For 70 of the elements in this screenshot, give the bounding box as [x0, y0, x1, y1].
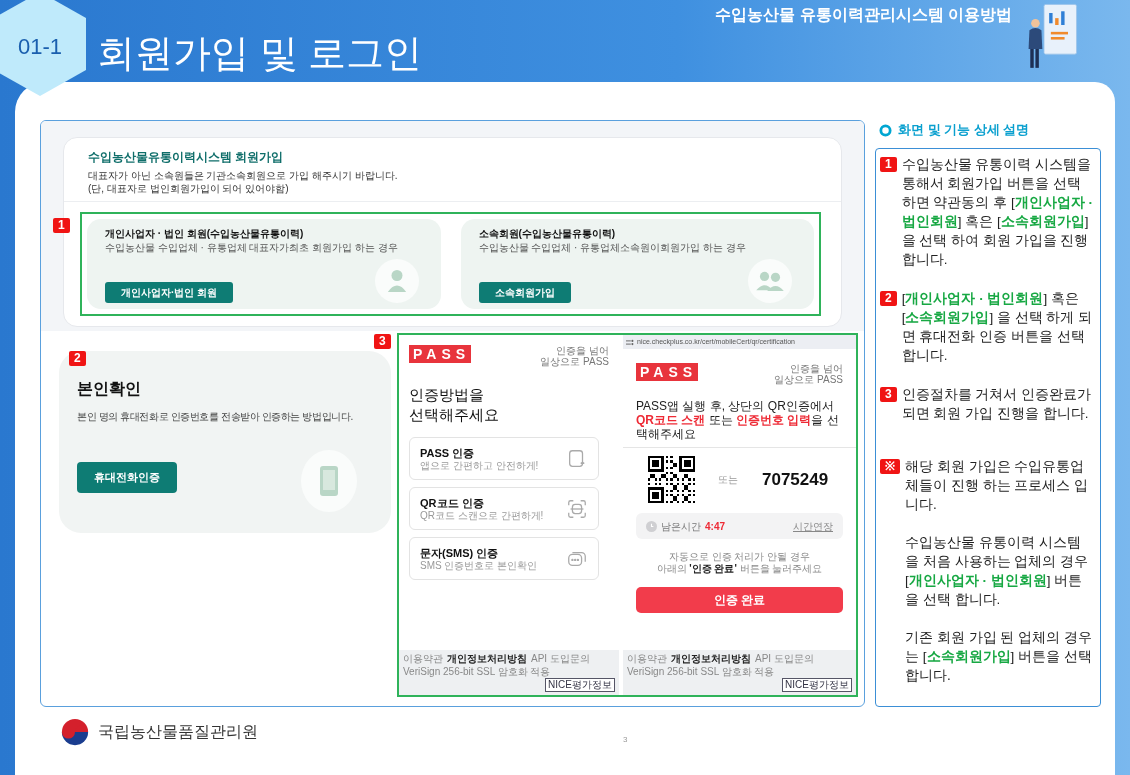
or-label: 또는 — [718, 473, 738, 487]
number-marker: 2 — [69, 351, 86, 366]
auth-option[interactable]: PASS 인증 앱으로 간편하고 안전하게! — [409, 437, 599, 480]
page-title: 회원가입 및 로그인 — [97, 31, 423, 76]
description-text: 기존 회원 가입 된 업체의 경우는 [소속회원가입] 버튼을 선택 합니다. — [905, 629, 1093, 685]
slogan-text: 인증을 넘어 — [555, 345, 609, 356]
ring-icon — [879, 123, 892, 137]
auth-option[interactable]: 문자(SMS) 인증 SMS 인증번호로 본인확인 — [409, 537, 599, 580]
description-text: 수입농산물 유통이력 시스템을 통해서 회원가입 버튼을 선택 하면 약관동의 후 [개인사업자 · 법인회원] 혹은 [소속회원가입]을 선택 하여 회원 가입을 진행 합니다. — [901, 156, 1094, 269]
security-text: VeriSign 256-bit SSL 암호화 적용 — [403, 665, 552, 678]
phone-verify-button[interactable]: 휴대전화인증 — [77, 462, 177, 493]
extend-time-link[interactable]: 시간연장 — [793, 518, 833, 534]
pass-logo: PASS — [409, 345, 472, 363]
card-title: 소속회원(수입농산물유통이력) — [478, 227, 617, 240]
footer-link[interactable]: 이용약관 — [403, 653, 443, 665]
signup-button[interactable]: 개인사업자·법인 회원 — [105, 282, 234, 303]
number-marker: 2 — [880, 291, 897, 306]
clock-icon — [646, 520, 657, 532]
document-title: 수입농산물 유통이력관리시스템 이용방법 — [715, 5, 1012, 25]
footer-link[interactable]: API 도입문의 — [755, 653, 814, 665]
description-text: 수입농산물 유통이력 시스템을 처음 사용하는 업체의 경우 [개인사업자 · 법인회원] 버튼을 선택 합니다. — [905, 534, 1089, 609]
help-text: 자동으로 인증 처리가 안될 경우 — [668, 551, 811, 563]
number-marker: ※ — [880, 459, 900, 474]
card-title: 본인확인 — [77, 379, 142, 399]
slogan-text: 인증을 넘어 — [789, 363, 843, 374]
description-text: 인증절차를 거쳐서 인증완료가 되면 회원 가입 진행을 합니다. — [901, 386, 1093, 423]
footer-link[interactable]: 개인정보처리방침 — [447, 653, 527, 665]
description-text: 해당 회원 가입은 수입유통업체들이 진행 하는 프로세스 입니다. — [905, 458, 1089, 514]
card-title: 개인사업자 · 법인 회원(수입농산물유통이력) — [105, 227, 305, 240]
emblem-logo — [60, 717, 90, 747]
qr-code — [645, 456, 698, 503]
section-number: 01-1 — [17, 32, 62, 61]
security-text: VeriSign 256-bit SSL 암호화 적용 — [627, 665, 776, 678]
group-icon — [748, 259, 792, 303]
card-description: 본인 명의 휴대전화로 인증번호를 전송받아 인증하는 방법입니다. — [77, 410, 353, 424]
nice-badge: NICE평가정보 — [782, 678, 852, 692]
phone-icon — [301, 450, 357, 512]
notice-text: 대표자가 아닌 소속원들은 기관소속회원으로 가입 해주시기 바랍니다. — [88, 169, 399, 182]
card-description: 수입농산물 수입업체 · 유통업체 대표자가최초 회원가입 하는 경우 — [105, 242, 399, 254]
person-icon — [374, 259, 419, 303]
site-settings-icon — [626, 338, 634, 346]
description-text: [개인사업자 · 법인회원] 혹은 [소속회원가입] 을 선택 하게 되면 휴대전화 인증 버튼을 선택 합니다. — [901, 290, 1094, 365]
number-marker: 1 — [53, 218, 70, 233]
number-marker: 1 — [880, 157, 897, 172]
number-marker: 3 — [880, 387, 897, 402]
instruction-text: PASS앱 실행 후, 상단의 QR인증에서 QR코드 스캔 또는 인증번호 입력을 선택해주세요 — [623, 399, 856, 448]
footer-link[interactable]: 개인정보처리방침 — [671, 653, 751, 665]
help-text: 아래의 '인증 완료' 버튼을 눌러주세요 — [656, 563, 823, 575]
timer-label: 남은시간 — [661, 519, 701, 534]
screen-heading: 인증방법을 — [409, 385, 485, 405]
slogan-text: 일상으로 PASS — [774, 374, 843, 385]
page-number: 3 — [623, 734, 628, 746]
notice-text: (단, 대표자로 법인회원가입이 되어 있어야함) — [88, 182, 290, 195]
number-marker: 3 — [374, 334, 391, 349]
footer-link[interactable]: API 도입문의 — [531, 653, 590, 665]
footer-link[interactable]: 이용약관 — [627, 653, 667, 665]
organization-name: 국립농산물품질관리원 — [98, 722, 258, 742]
slogan-text: 일상으로 PASS — [540, 356, 609, 367]
nice-badge: NICE평가정보 — [545, 678, 615, 692]
card-description: 수입농산물 수입업체 · 유통업체소속원이회원가입 하는 경우 — [478, 242, 747, 254]
auth-option[interactable]: QR코드 인증 QR코드 스캔으로 간편하게! — [409, 487, 599, 530]
signup-title: 수입농산물유통이력시스템 회원가입 — [88, 149, 285, 166]
signup-button[interactable]: 소속회원가입 — [478, 282, 571, 303]
screen-heading: 선택해주세요 — [409, 405, 500, 425]
confirm-button[interactable]: 인증 완료 — [636, 587, 843, 613]
remaining-time: 4:47 — [705, 519, 725, 534]
panel-heading: 화면 및 기능 상세 설명 — [898, 121, 1030, 140]
scan-icon — [566, 497, 588, 520]
auth-code: 7075249 — [762, 468, 829, 491]
pass-logo: PASS — [636, 363, 699, 381]
